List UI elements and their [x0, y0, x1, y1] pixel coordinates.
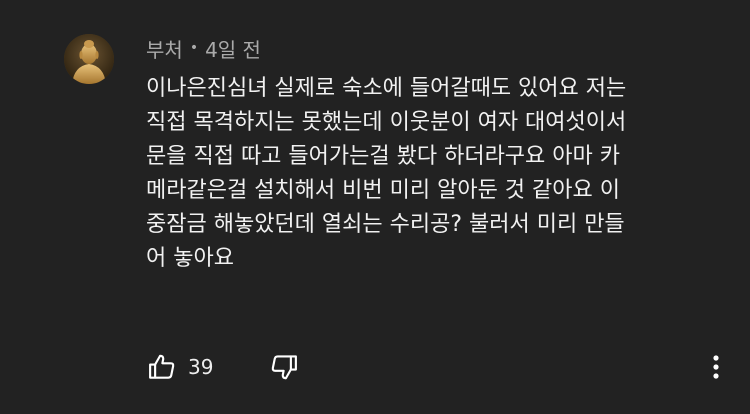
comment-line: 직접 목격하지는 못했는데 이웃분이 여자 대여섯이서 [146, 110, 627, 135]
meta-separator: • [189, 40, 199, 56]
avatar[interactable] [64, 34, 114, 84]
comment-text: 이나은진심녀 실제로 숙소에 들어갈때도 있어요 저는 직접 목격하지는 못했는… [146, 72, 716, 276]
comment-line: 어 놓아요 [146, 246, 234, 271]
comment-line: 중잠금 해놓았던데 열쇠는 수리공? 불러서 미리 만들 [146, 212, 625, 237]
author-name[interactable]: 부처 [146, 34, 183, 63]
dislike-button[interactable] [268, 351, 300, 383]
comment-meta: 부처 • 4일 전 [146, 34, 261, 62]
more-vertical-icon [713, 355, 719, 379]
comment-line: 메라같은걸 설치해서 비번 미리 알아둔 것 같아요 이 [146, 178, 620, 203]
thumbs-up-icon [149, 354, 175, 379]
like-button[interactable] [146, 351, 178, 383]
comment-line: 이나은진심녀 실제로 숙소에 들어갈때도 있어요 저는 [146, 76, 627, 101]
thumbs-down-icon [271, 355, 297, 380]
more-options-button[interactable] [700, 350, 732, 384]
like-count: 39 [188, 355, 214, 379]
comment-time[interactable]: 4일 전 [205, 34, 261, 63]
comment-line: 문을 직접 따고 들어가는걸 봤다 하더라구요 아마 카 [146, 144, 620, 169]
comment-actions: 39 [146, 350, 300, 384]
